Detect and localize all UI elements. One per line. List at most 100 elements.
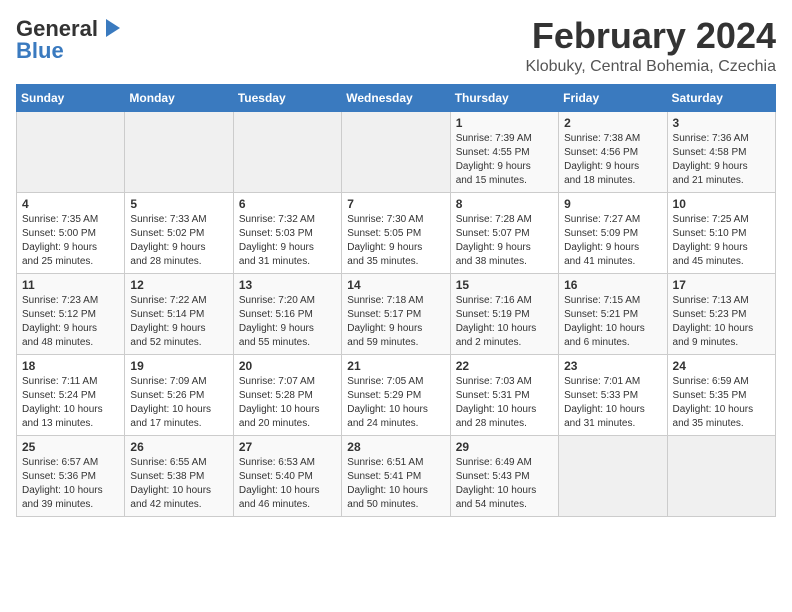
calendar-cell: 5 Sunrise: 7:33 AM Sunset: 5:02 PM Daylig… (125, 192, 233, 273)
day-number: 27 (239, 440, 336, 454)
calendar-cell: 13 Sunrise: 7:20 AM Sunset: 5:16 PM Dayli… (233, 273, 341, 354)
day-number: 6 (239, 197, 336, 211)
calendar-cell: 11 Sunrise: 7:23 AM Sunset: 5:12 PM Dayli… (17, 273, 125, 354)
day-number: 23 (564, 359, 661, 373)
day-content: Sunrise: 7:30 AM Sunset: 5:05 PM Dayligh… (347, 213, 444, 269)
week-row-3: 11 Sunrise: 7:23 AM Sunset: 5:12 PM Dayli… (17, 273, 776, 354)
day-number: 2 (564, 116, 661, 130)
calendar-cell: 18Sunrise: 7:11 AM Sunset: 5:24 PM Dayli… (17, 354, 125, 435)
calendar-cell (233, 111, 341, 192)
day-number: 11 (22, 278, 119, 292)
header-wednesday: Wednesday (342, 84, 450, 111)
calendar-cell: 14 Sunrise: 7:18 AM Sunset: 5:17 PM Dayli… (342, 273, 450, 354)
day-number: 29 (456, 440, 553, 454)
day-number: 3 (673, 116, 770, 130)
calendar-cell (17, 111, 125, 192)
header: General Blue February 2024 Klobuky, Cent… (16, 16, 776, 76)
calendar-cell: 24 Sunrise: 6:59 AM Sunset: 5:35 PM Dayli… (667, 354, 775, 435)
day-content: Sunrise: 6:51 AM Sunset: 5:41 PM Dayligh… (347, 456, 444, 512)
day-content: Sunrise: 7:38 AM Sunset: 4:56 PM Dayligh… (564, 132, 661, 188)
title-area: February 2024 Klobuky, Central Bohemia, … (526, 16, 777, 76)
day-content: Sunrise: 7:36 AM Sunset: 4:58 PM Dayligh… (673, 132, 770, 188)
logo-icon (100, 17, 122, 39)
calendar-table: SundayMondayTuesdayWednesdayThursdayFrid… (16, 84, 776, 517)
day-content: Sunrise: 7:22 AM Sunset: 5:14 PM Dayligh… (130, 294, 227, 350)
day-content: Sunrise: 7:05 AM Sunset: 5:29 PM Dayligh… (347, 375, 444, 431)
calendar-cell (559, 435, 667, 516)
day-content: Sunrise: 7:35 AM Sunset: 5:00 PM Dayligh… (22, 213, 119, 269)
day-content: Sunrise: 7:13 AM Sunset: 5:23 PM Dayligh… (673, 294, 770, 350)
calendar-cell: 4Sunrise: 7:35 AM Sunset: 5:00 PM Daylig… (17, 192, 125, 273)
day-number: 14 (347, 278, 444, 292)
day-content: Sunrise: 6:49 AM Sunset: 5:43 PM Dayligh… (456, 456, 553, 512)
header-tuesday: Tuesday (233, 84, 341, 111)
calendar-cell: 16 Sunrise: 7:15 AM Sunset: 5:21 PM Dayli… (559, 273, 667, 354)
calendar-cell: 7 Sunrise: 7:30 AM Sunset: 5:05 PM Daylig… (342, 192, 450, 273)
header-friday: Friday (559, 84, 667, 111)
day-number: 17 (673, 278, 770, 292)
calendar-cell: 6 Sunrise: 7:32 AM Sunset: 5:03 PM Daylig… (233, 192, 341, 273)
day-content: Sunrise: 7:28 AM Sunset: 5:07 PM Dayligh… (456, 213, 553, 269)
calendar-cell: 26Sunrise: 6:55 AM Sunset: 5:38 PM Dayli… (125, 435, 233, 516)
calendar-cell: 1 Sunrise: 7:39 AM Sunset: 4:55 PM Daylig… (450, 111, 558, 192)
day-number: 8 (456, 197, 553, 211)
calendar-cell: 3 Sunrise: 7:36 AM Sunset: 4:58 PM Daylig… (667, 111, 775, 192)
week-row-1: 1 Sunrise: 7:39 AM Sunset: 4:55 PM Daylig… (17, 111, 776, 192)
calendar-cell: 2 Sunrise: 7:38 AM Sunset: 4:56 PM Daylig… (559, 111, 667, 192)
day-content: Sunrise: 7:39 AM Sunset: 4:55 PM Dayligh… (456, 132, 553, 188)
calendar-cell: 17 Sunrise: 7:13 AM Sunset: 5:23 PM Dayli… (667, 273, 775, 354)
day-content: Sunrise: 6:59 AM Sunset: 5:35 PM Dayligh… (673, 375, 770, 431)
day-number: 12 (130, 278, 227, 292)
day-content: Sunrise: 7:03 AM Sunset: 5:31 PM Dayligh… (456, 375, 553, 431)
day-number: 7 (347, 197, 444, 211)
day-content: Sunrise: 7:15 AM Sunset: 5:21 PM Dayligh… (564, 294, 661, 350)
day-number: 18 (22, 359, 119, 373)
calendar-cell: 8 Sunrise: 7:28 AM Sunset: 5:07 PM Daylig… (450, 192, 558, 273)
calendar-cell: 21Sunrise: 7:05 AM Sunset: 5:29 PM Dayli… (342, 354, 450, 435)
calendar-cell (125, 111, 233, 192)
calendar-cell: 22Sunrise: 7:03 AM Sunset: 5:31 PM Dayli… (450, 354, 558, 435)
day-content: Sunrise: 7:07 AM Sunset: 5:28 PM Dayligh… (239, 375, 336, 431)
day-content: Sunrise: 7:18 AM Sunset: 5:17 PM Dayligh… (347, 294, 444, 350)
calendar-cell: 10 Sunrise: 7:25 AM Sunset: 5:10 PM Dayli… (667, 192, 775, 273)
day-number: 5 (130, 197, 227, 211)
day-number: 10 (673, 197, 770, 211)
calendar-cell: 28 Sunrise: 6:51 AM Sunset: 5:41 PM Dayli… (342, 435, 450, 516)
day-content: Sunrise: 7:01 AM Sunset: 5:33 PM Dayligh… (564, 375, 661, 431)
logo: General Blue (16, 16, 122, 64)
calendar-cell: 23 Sunrise: 7:01 AM Sunset: 5:33 PM Dayli… (559, 354, 667, 435)
week-row-2: 4Sunrise: 7:35 AM Sunset: 5:00 PM Daylig… (17, 192, 776, 273)
header-saturday: Saturday (667, 84, 775, 111)
calendar-title: February 2024 (526, 16, 777, 56)
week-row-5: 25 Sunrise: 6:57 AM Sunset: 5:36 PM Dayli… (17, 435, 776, 516)
day-content: Sunrise: 7:09 AM Sunset: 5:26 PM Dayligh… (130, 375, 227, 431)
header-monday: Monday (125, 84, 233, 111)
day-number: 9 (564, 197, 661, 211)
day-number: 16 (564, 278, 661, 292)
day-content: Sunrise: 7:32 AM Sunset: 5:03 PM Dayligh… (239, 213, 336, 269)
calendar-cell: 20 Sunrise: 7:07 AM Sunset: 5:28 PM Dayli… (233, 354, 341, 435)
day-number: 28 (347, 440, 444, 454)
calendar-cell: 9Sunrise: 7:27 AM Sunset: 5:09 PM Daylig… (559, 192, 667, 273)
header-sunday: Sunday (17, 84, 125, 111)
logo-blue: Blue (16, 38, 64, 64)
calendar-cell: 15Sunrise: 7:16 AM Sunset: 5:19 PM Dayli… (450, 273, 558, 354)
day-number: 19 (130, 359, 227, 373)
day-number: 25 (22, 440, 119, 454)
day-content: Sunrise: 7:23 AM Sunset: 5:12 PM Dayligh… (22, 294, 119, 350)
calendar-cell: 19 Sunrise: 7:09 AM Sunset: 5:26 PM Dayli… (125, 354, 233, 435)
calendar-cell: 29 Sunrise: 6:49 AM Sunset: 5:43 PM Dayli… (450, 435, 558, 516)
day-number: 13 (239, 278, 336, 292)
day-number: 1 (456, 116, 553, 130)
day-number: 24 (673, 359, 770, 373)
calendar-cell: 25 Sunrise: 6:57 AM Sunset: 5:36 PM Dayli… (17, 435, 125, 516)
week-row-4: 18Sunrise: 7:11 AM Sunset: 5:24 PM Dayli… (17, 354, 776, 435)
day-number: 20 (239, 359, 336, 373)
day-content: Sunrise: 6:57 AM Sunset: 5:36 PM Dayligh… (22, 456, 119, 512)
day-content: Sunrise: 7:25 AM Sunset: 5:10 PM Dayligh… (673, 213, 770, 269)
day-content: Sunrise: 7:20 AM Sunset: 5:16 PM Dayligh… (239, 294, 336, 350)
calendar-cell (667, 435, 775, 516)
header-thursday: Thursday (450, 84, 558, 111)
day-content: Sunrise: 7:33 AM Sunset: 5:02 PM Dayligh… (130, 213, 227, 269)
day-content: Sunrise: 7:16 AM Sunset: 5:19 PM Dayligh… (456, 294, 553, 350)
